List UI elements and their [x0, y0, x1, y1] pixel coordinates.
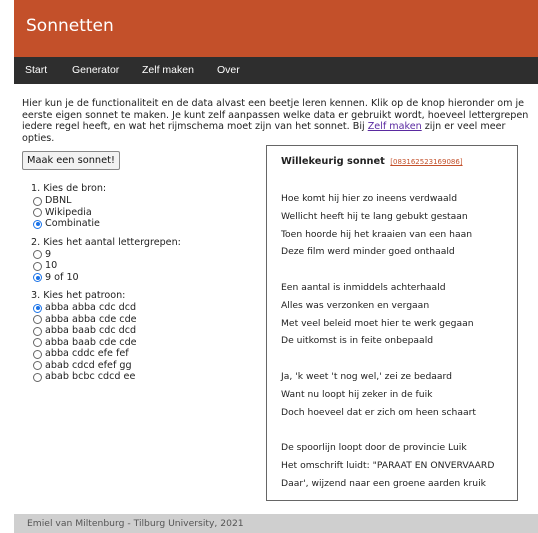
option-label: abba abba cde cde	[45, 313, 137, 325]
pattern-option[interactable]: abba baab cde cde	[31, 337, 251, 349]
option-label: abab bcbc cdcd ee	[45, 371, 136, 382]
sonnet-line: Een aantal is inmiddels achterhaald	[281, 281, 446, 293]
option-label: abba abba cdc dcd	[45, 302, 137, 313]
zelf-maken-link[interactable]: Zelf maken	[368, 121, 422, 132]
radio-icon[interactable]	[33, 250, 42, 259]
syllables-title: 2. Kies het aantal lettergrepen:	[31, 236, 181, 248]
sonnet-line: Wellicht heeft hij te lang gebukt gestaa…	[281, 210, 468, 222]
nav-item-generator[interactable]: Generator	[72, 64, 119, 76]
site-header: Sonnetten	[14, 0, 538, 57]
pattern-group: 3. Kies het patroon: abba abba cdc dcd a…	[31, 290, 251, 383]
nav-item-zelf-maken[interactable]: Zelf maken	[142, 64, 194, 76]
stanza-gap	[281, 350, 513, 368]
option-label: 9	[45, 248, 52, 260]
sonnet-line: Alles was verzonken en vergaan	[281, 299, 430, 311]
syllables-group: 2. Kies het aantal lettergrepen: 9 10 9 …	[31, 237, 251, 284]
sonnet-line: Hoe komt hij hier zo ineens verdwaald	[281, 193, 458, 204]
sonnet-heading: Willekeurig sonnet [083162523169086]	[281, 156, 463, 167]
stanza-gap	[281, 261, 513, 279]
sonnet-line: Deze film werd minder goed onthaald	[281, 246, 455, 258]
pattern-option[interactable]: abba baab cdc dcd	[31, 325, 251, 337]
sonnet-line: De uitkomst is in feite onbepaald	[281, 335, 434, 347]
sonnet-line: Het omschrift luidt: "PARAAT EN ONVERVAA…	[281, 459, 495, 471]
pattern-option[interactable]: abba cddc efe fef	[31, 348, 251, 360]
option-label: abba baab cde cde	[45, 336, 137, 348]
option-label: abab cdcd efef gg	[45, 359, 132, 371]
sonnet-line: Toen hoorde hij het kraaien van een haan	[281, 228, 473, 240]
nav-item-over[interactable]: Over	[217, 64, 240, 76]
site-title: Sonnetten	[26, 16, 114, 36]
option-label: 10	[45, 260, 58, 271]
source-option-wikipedia[interactable]: Wikipedia	[31, 207, 251, 219]
site-footer: Emiel van Miltenburg - Tilburg Universit…	[14, 514, 538, 533]
sonnet-line: Met veel beleid moet hier te werk gegaan	[281, 317, 474, 329]
radio-icon[interactable]	[33, 261, 42, 271]
sonnet-text: Hoe komt hij hier zo ineens verdwaald We…	[281, 190, 513, 493]
radio-selected-icon[interactable]	[33, 273, 42, 282]
pattern-title: 3. Kies het patroon:	[31, 290, 126, 301]
radio-icon[interactable]	[33, 315, 42, 324]
source-option-combinatie[interactable]: Combinatie	[31, 218, 251, 230]
source-group: 1. Kies de bron: DBNL Wikipedia Combinat…	[31, 183, 251, 230]
syllables-option-10[interactable]: 10	[31, 260, 251, 272]
sonnet-panel: Willekeurig sonnet [083162523169086] Hoe…	[266, 145, 518, 501]
radio-icon[interactable]	[33, 208, 42, 217]
radio-icon[interactable]	[33, 372, 42, 382]
option-label: Combinatie	[45, 218, 100, 229]
option-label: 9 of 10	[45, 271, 79, 283]
source-title: 1. Kies de bron:	[31, 183, 107, 194]
radio-selected-icon[interactable]	[33, 219, 42, 229]
option-label: abba cddc efe fef	[45, 348, 129, 359]
radio-icon[interactable]	[33, 349, 42, 359]
source-option-dbnl[interactable]: DBNL	[31, 195, 251, 207]
sonnet-line: Ja, 'k weet 't nog wel,' zei ze bedaard	[281, 370, 452, 382]
syllables-option-9[interactable]: 9	[31, 249, 251, 261]
pattern-option[interactable]: abab bcbc cdcd ee	[31, 371, 251, 383]
sonnet-title: Willekeurig sonnet	[281, 156, 385, 167]
option-label: Wikipedia	[45, 206, 92, 218]
options-panel: 1. Kies de bron: DBNL Wikipedia Combinat…	[31, 183, 251, 390]
sonnet-line: De spoorlijn loopt door de provincie Lui…	[281, 442, 467, 454]
radio-icon[interactable]	[33, 361, 42, 370]
footer-text: Emiel van Miltenburg - Tilburg Universit…	[27, 518, 244, 529]
stanza-gap	[281, 421, 513, 439]
make-sonnet-button[interactable]: Maak een sonnet!	[22, 151, 120, 170]
radio-icon[interactable]	[33, 326, 42, 336]
pattern-option[interactable]: abba abba cde cde	[31, 314, 251, 326]
option-label: abba baab cdc dcd	[45, 325, 137, 336]
main-nav: Start Generator Zelf maken Over	[14, 57, 538, 84]
pattern-option[interactable]: abab cdcd efef gg	[31, 360, 251, 372]
syllables-option-9-of-10[interactable]: 9 of 10	[31, 272, 251, 284]
radio-icon[interactable]	[33, 196, 42, 206]
intro-text: Hier kun je de functionaliteit en de dat…	[22, 98, 534, 144]
radio-selected-icon[interactable]	[33, 303, 42, 313]
nav-item-start[interactable]: Start	[25, 64, 47, 76]
pattern-option[interactable]: abba abba cdc dcd	[31, 302, 251, 314]
sonnet-line: Doch hoeveel dat er zich om heen schaart	[281, 406, 476, 418]
sonnet-line: Daar', wijzend naar een groene aarden kr…	[281, 477, 486, 489]
option-label: DBNL	[45, 195, 72, 206]
sonnet-line: Want nu loopt hij zeker in de fuik	[281, 388, 433, 400]
sonnet-id-link[interactable]: [083162523169086]	[390, 158, 462, 166]
radio-icon[interactable]	[33, 338, 42, 347]
